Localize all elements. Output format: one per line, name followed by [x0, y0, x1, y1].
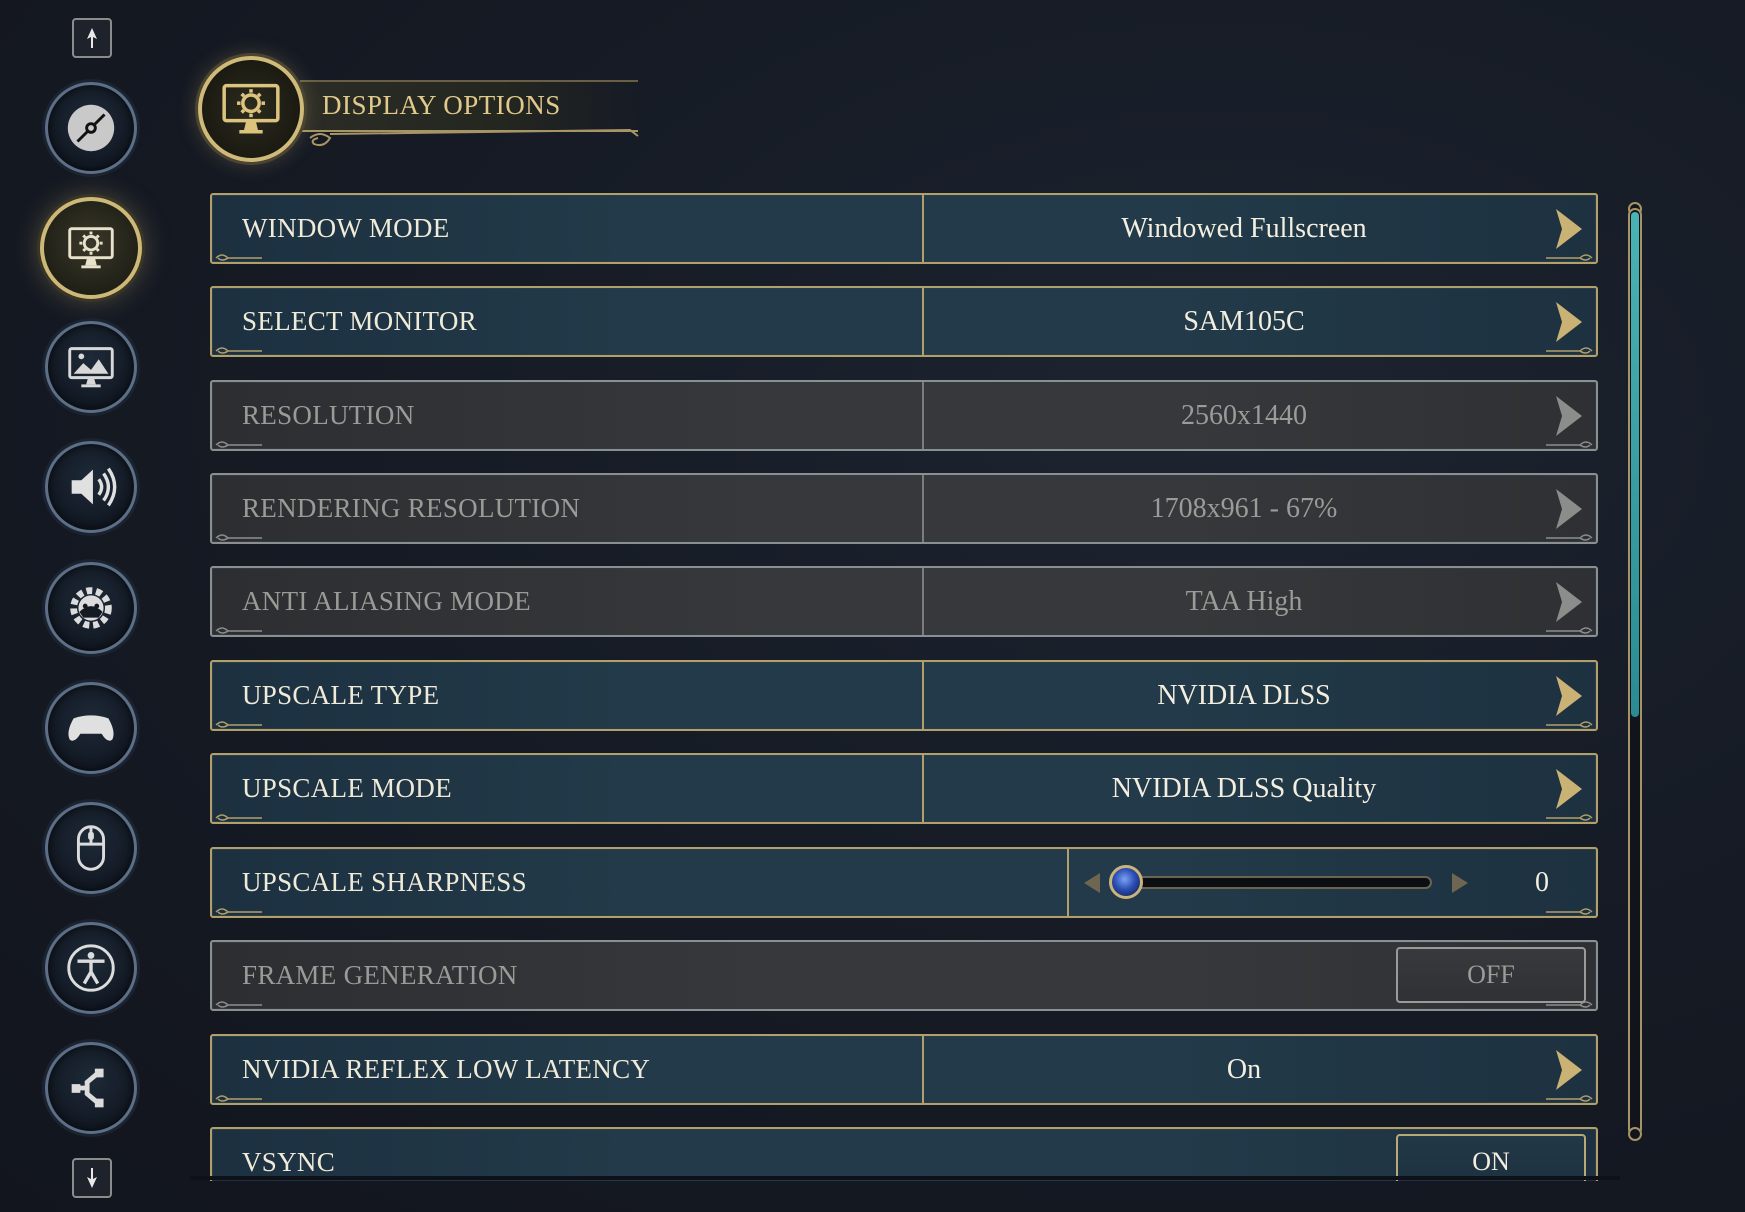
- header-ornament: [309, 128, 639, 147]
- speaker-icon: [71, 467, 117, 507]
- display-monitor-gear-icon: [222, 83, 280, 134]
- setting-value: On: [1226, 1054, 1262, 1085]
- corner-ornament: [215, 627, 262, 634]
- accessibility-icon: [67, 944, 115, 992]
- nav-item-display[interactable]: [40, 197, 142, 299]
- corner-ornament: [215, 908, 262, 915]
- chevron-right-icon[interactable]: [1552, 207, 1584, 251]
- slider-increase-icon[interactable]: [1450, 871, 1470, 895]
- gameplay-gear-icon: [70, 587, 112, 629]
- setting-nvidia-reflex[interactable]: NVIDIA REFLEX LOW LATENCY On: [210, 1034, 1598, 1105]
- disc-icon: [67, 104, 115, 152]
- nav-item-mouse-keyboard[interactable]: [45, 802, 137, 894]
- chevron-right-icon: [1556, 489, 1582, 529]
- setting-label: SELECT MONITOR: [242, 306, 477, 336]
- setting-select-monitor[interactable]: SELECT MONITOR SAM105C: [210, 286, 1598, 357]
- setting-value: SAM105C: [1183, 306, 1305, 337]
- corner-ornament: [215, 534, 262, 541]
- setting-label: ANTI ALIASING MODE: [242, 586, 531, 616]
- scrollbar-thumb[interactable]: [1631, 212, 1639, 717]
- corner-ornament: [1546, 534, 1593, 541]
- nav-item-gameplay[interactable]: [45, 562, 137, 654]
- setting-value: 1708x961 - 67%: [1150, 493, 1338, 524]
- corner-ornament: [1546, 441, 1593, 448]
- nav-item-graphics[interactable]: [45, 321, 137, 413]
- chevron-right-icon[interactable]: [1552, 767, 1584, 811]
- setting-value: TAA High: [1185, 586, 1303, 617]
- corner-ornament: [215, 814, 262, 821]
- setting-resolution: RESOLUTION 2560x1440: [210, 380, 1598, 451]
- nav-item-controller[interactable]: [45, 682, 137, 774]
- mouse-icon: [76, 825, 106, 871]
- gamepad-icon: [68, 715, 114, 741]
- header-emblem: [198, 56, 304, 162]
- display-monitor-gear-icon: [68, 227, 114, 269]
- scrollbar-bottom-cap: [1628, 1127, 1642, 1141]
- setting-value: Windowed Fullscreen: [1121, 213, 1367, 244]
- setting-anti-aliasing-mode: ANTI ALIASING MODE TAA High: [210, 566, 1598, 637]
- picture-monitor-icon: [68, 347, 114, 388]
- corner-ornament: [1546, 814, 1593, 821]
- settings-list: WINDOW MODE Windowed Fullscreen SELECT M…: [210, 193, 1598, 1181]
- chevron-right-icon[interactable]: [1552, 674, 1584, 718]
- corner-ornament: [1546, 721, 1593, 728]
- chevron-right-icon: [1556, 396, 1582, 436]
- frame-generation-toggle: OFF: [1396, 947, 1586, 1003]
- setting-label: RESOLUTION: [242, 400, 415, 430]
- corner-ornament: [215, 1095, 262, 1102]
- setting-label: FRAME GENERATION: [242, 960, 518, 990]
- corner-ornament: [1546, 627, 1593, 634]
- chevron-right-icon[interactable]: [1552, 1048, 1584, 1092]
- chevron-right-icon[interactable]: [1552, 300, 1584, 344]
- nav-scroll-up-button[interactable]: [72, 18, 112, 58]
- share-network-icon: [71, 1068, 104, 1108]
- chevron-right-icon: [1556, 582, 1582, 622]
- setting-upscale-type[interactable]: UPSCALE TYPE NVIDIA DLSS: [210, 660, 1598, 731]
- setting-value: NVIDIA DLSS Quality: [1111, 773, 1377, 804]
- list-bottom-edge: [190, 1176, 1620, 1180]
- setting-label: UPSCALE MODE: [242, 773, 452, 803]
- setting-window-mode[interactable]: WINDOW MODE Windowed Fullscreen: [210, 193, 1598, 264]
- nav-item-audio[interactable]: [45, 441, 137, 533]
- setting-upscale-mode[interactable]: UPSCALE MODE NVIDIA DLSS Quality: [210, 753, 1598, 824]
- slider-decrease-icon[interactable]: [1082, 871, 1102, 895]
- nav-item-general[interactable]: [45, 82, 137, 174]
- nav-scroll-down-button[interactable]: [72, 1158, 112, 1198]
- arrow-up-icon: [87, 28, 97, 48]
- setting-upscale-sharpness: UPSCALE SHARPNESS 0: [210, 847, 1598, 918]
- corner-ornament: [215, 441, 262, 448]
- setting-value: NVIDIA DLSS: [1157, 680, 1331, 711]
- page-title: DISPLAY OPTIONS: [322, 90, 561, 120]
- corner-ornament: [215, 721, 262, 728]
- corner-ornament: [1546, 347, 1593, 354]
- arrow-down-icon: [87, 1168, 97, 1188]
- vsync-toggle[interactable]: ON: [1396, 1134, 1586, 1181]
- corner-ornament: [215, 347, 262, 354]
- setting-frame-generation: FRAME GENERATION OFF: [210, 940, 1598, 1011]
- nav-item-network[interactable]: [45, 1042, 137, 1134]
- row-divider: [1067, 849, 1069, 916]
- nav-item-accessibility[interactable]: [45, 922, 137, 1014]
- corner-ornament: [215, 254, 262, 261]
- setting-rendering-resolution: RENDERING RESOLUTION 1708x961 - 67%: [210, 473, 1598, 544]
- setting-vsync[interactable]: VSYNC ON: [210, 1127, 1598, 1181]
- setting-label: WINDOW MODE: [242, 213, 450, 243]
- setting-label: VSYNC: [242, 1147, 336, 1177]
- corner-ornament: [1546, 1001, 1593, 1008]
- corner-ornament: [1546, 908, 1593, 915]
- corner-ornament: [1546, 1095, 1593, 1102]
- setting-label: UPSCALE TYPE: [242, 680, 440, 710]
- sharpness-slider-track[interactable]: [1122, 876, 1432, 889]
- corner-ornament: [1546, 254, 1593, 261]
- setting-label: NVIDIA REFLEX LOW LATENCY: [242, 1054, 651, 1084]
- setting-value: 2560x1440: [1181, 400, 1307, 431]
- corner-ornament: [215, 1001, 262, 1008]
- setting-label: UPSCALE SHARPNESS: [242, 867, 527, 897]
- setting-label: RENDERING RESOLUTION: [242, 493, 581, 523]
- sharpness-slider-knob[interactable]: [1109, 865, 1143, 899]
